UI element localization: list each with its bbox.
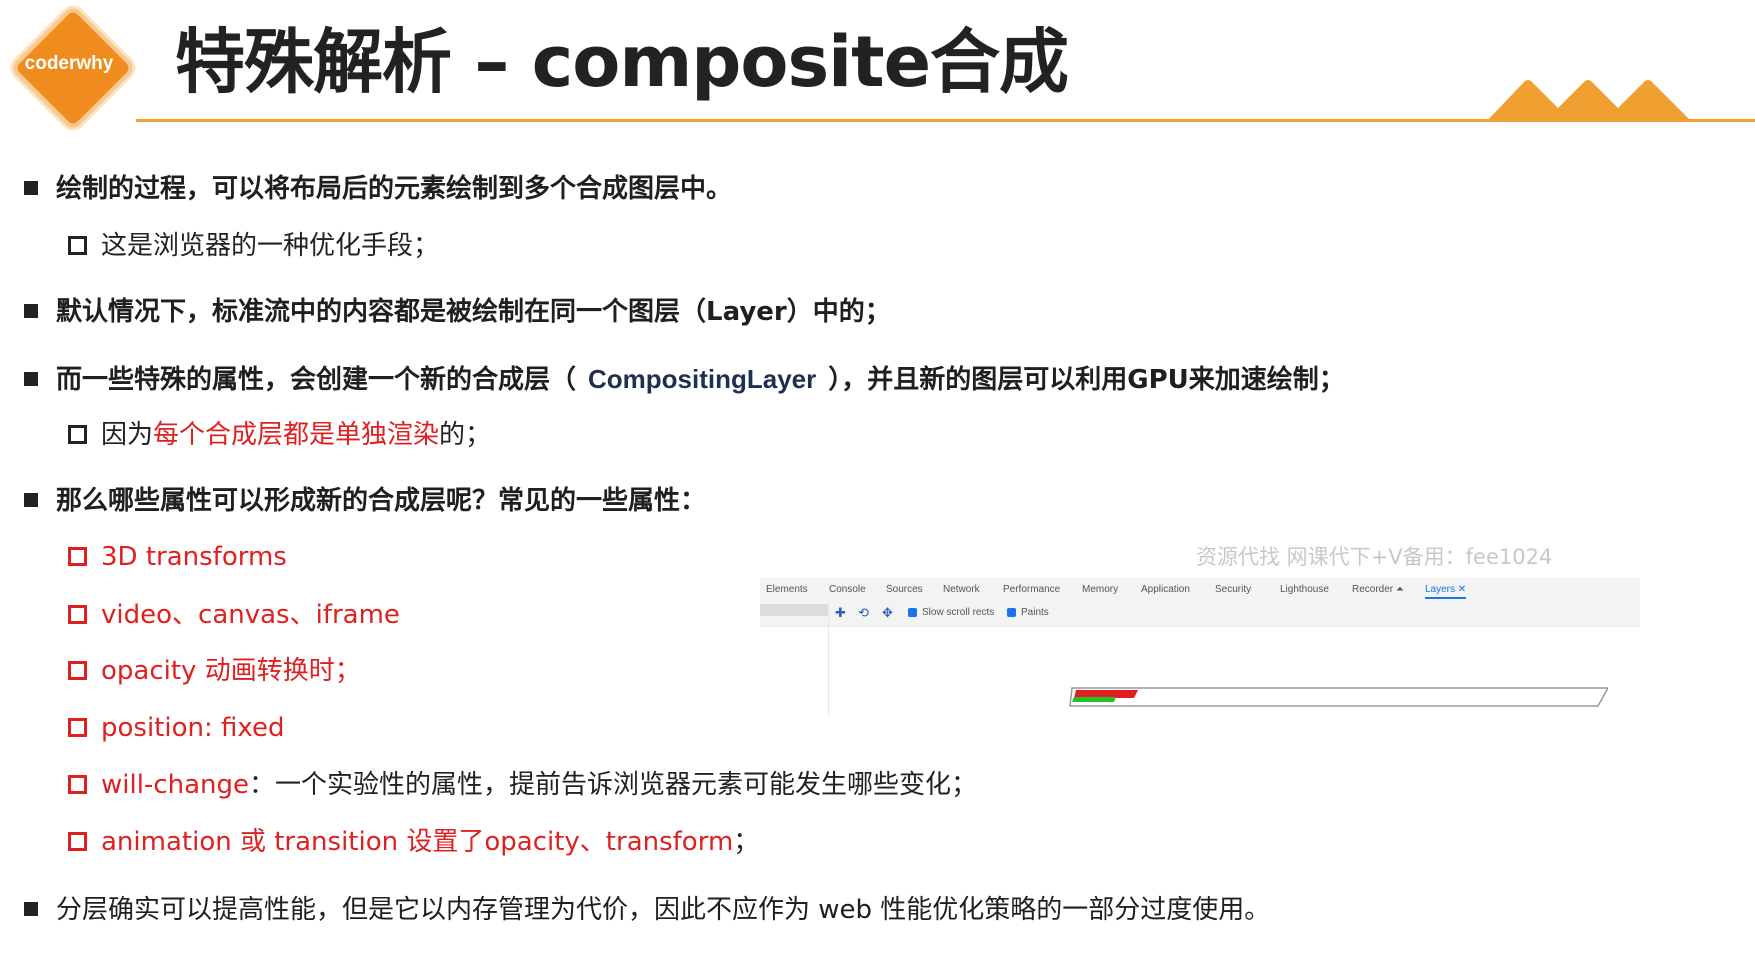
tab-layers[interactable]: Layers ✕ xyxy=(1425,584,1467,599)
prop-video-canvas-iframe: video、canvas、iframe xyxy=(68,598,400,632)
hollow-square-icon xyxy=(68,236,87,255)
bullet-square-icon xyxy=(24,493,38,507)
hollow-square-icon xyxy=(68,718,87,737)
watermark: 资源代找 网课代下+V备用：fee1024 xyxy=(1196,545,1553,569)
bullet-1: 绘制的过程，可以将布局后的元素绘制到多个合成图层中。 xyxy=(24,172,732,206)
bullet-square-icon xyxy=(24,181,38,195)
rotate-mode-icon[interactable]: ⟲ xyxy=(858,606,869,621)
tab-application[interactable]: Application xyxy=(1141,584,1190,595)
bullet-1-sub-text: 这是浏览器的一种优化手段； xyxy=(101,231,440,261)
hollow-square-icon xyxy=(68,661,87,680)
mountains-decoration xyxy=(1486,80,1692,122)
paints-label: Paints xyxy=(1021,607,1049,618)
bullet-3-sub-prefix: 因为 xyxy=(101,420,154,450)
prop-position-fixed: position: fixed xyxy=(68,711,284,745)
bullet-1-sub: 这是浏览器的一种优化手段； xyxy=(68,229,439,263)
slow-scroll-rects-checkbox[interactable] xyxy=(908,608,917,617)
prop-opacity: opacity 动画转换时； xyxy=(68,654,361,688)
devtools-tab-bar: Elements Console Sources Network Perform… xyxy=(760,578,1640,603)
tab-network[interactable]: Network xyxy=(943,584,980,595)
prop-will-change: will-change：一个实验性的属性，提前告诉浏览器元素可能发生哪些变化； xyxy=(68,768,977,802)
tab-performance[interactable]: Performance xyxy=(1003,584,1060,595)
coderwhy-logo: coderwhy xyxy=(9,4,137,132)
pan-mode-icon[interactable]: ✚ xyxy=(835,606,846,621)
tab-console[interactable]: Console xyxy=(829,584,866,595)
prop-animation-transition: animation 或 transition 设置了opacity、transf… xyxy=(68,825,759,859)
bullet-3-sub-emphasis: 每个合成层都是单独渲染 xyxy=(153,420,440,450)
tab-lighthouse[interactable]: Lighthouse xyxy=(1280,584,1329,595)
compositing-layer-term: CompositingLayer xyxy=(588,364,817,394)
prop-red-text: animation 或 transition 设置了opacity、transf… xyxy=(101,827,734,857)
prop-text: 3D transforms xyxy=(101,542,287,572)
tab-elements[interactable]: Elements xyxy=(766,584,808,595)
tab-recorder[interactable]: Recorder ⏶ xyxy=(1352,584,1404,595)
hollow-square-icon xyxy=(68,832,87,851)
logo-text: coderwhy xyxy=(24,53,114,74)
reset-transform-icon[interactable]: ✥ xyxy=(882,606,893,621)
bullet-5-text: 分层确实可以提高性能，但是它以内存管理为代价，因此不应作为 web 性能优化策略… xyxy=(56,895,1271,925)
layers-tree-placeholder xyxy=(760,604,828,616)
page-title: 特殊解析 – composite合成 xyxy=(175,21,1069,103)
bullet-3-suffix: ），并且新的图层可以利用GPU来加速绘制； xyxy=(828,365,1345,395)
bullet-square-icon xyxy=(24,902,38,916)
bullet-4: 那么哪些属性可以形成新的合成层呢？常见的一些属性： xyxy=(24,484,706,518)
bullet-square-icon xyxy=(24,304,38,318)
bullet-2: 默认情况下，标准流中的内容都是被绘制在同一个图层（Layer）中的； xyxy=(24,295,891,329)
slow-scroll-rects-label: Slow scroll rects xyxy=(922,607,995,618)
bullet-3: 而一些特殊的属性，会创建一个新的合成层（ CompositingLayer ），并且… xyxy=(24,362,1345,397)
hollow-square-icon xyxy=(68,547,87,566)
bullet-3-sub-suffix: 的； xyxy=(439,420,492,450)
tab-memory[interactable]: Memory xyxy=(1082,584,1118,595)
hollow-square-icon xyxy=(68,775,87,794)
prop-text: video、canvas、iframe xyxy=(101,600,400,630)
tab-sources[interactable]: Sources xyxy=(886,584,923,595)
hollow-square-icon xyxy=(68,425,87,444)
tab-security[interactable]: Security xyxy=(1215,584,1251,595)
bullet-4-text: 那么哪些属性可以形成新的合成层呢？常见的一些属性： xyxy=(56,486,707,516)
prop-rest-text: ：一个实验性的属性，提前告诉浏览器元素可能发生哪些变化； xyxy=(249,770,978,800)
bullet-square-icon xyxy=(24,372,38,386)
bullet-2-text: 默认情况下，标准流中的内容都是被绘制在同一个图层（Layer）中的； xyxy=(56,297,891,327)
prop-rest-text: ； xyxy=(733,827,760,857)
paints-checkbox[interactable] xyxy=(1007,608,1016,617)
layer-3d-view xyxy=(1069,687,1608,707)
bullet-5: 分层确实可以提高性能，但是它以内存管理为代价，因此不应作为 web 性能优化策略… xyxy=(24,893,1270,927)
bullet-3-sub: 因为每个合成层都是单独渲染的； xyxy=(68,418,491,452)
bullet-3-prefix: 而一些特殊的属性，会创建一个新的合成层（ xyxy=(56,365,577,395)
prop-text: position: fixed xyxy=(101,713,285,743)
hollow-square-icon xyxy=(68,605,87,624)
bullet-1-text: 绘制的过程，可以将布局后的元素绘制到多个合成图层中。 xyxy=(56,174,733,204)
prop-text: opacity 动画转换时； xyxy=(101,656,361,686)
prop-red-text: will-change xyxy=(101,770,250,800)
prop-3d-transforms: 3D transforms xyxy=(68,540,287,574)
devtools-divider xyxy=(828,602,829,716)
